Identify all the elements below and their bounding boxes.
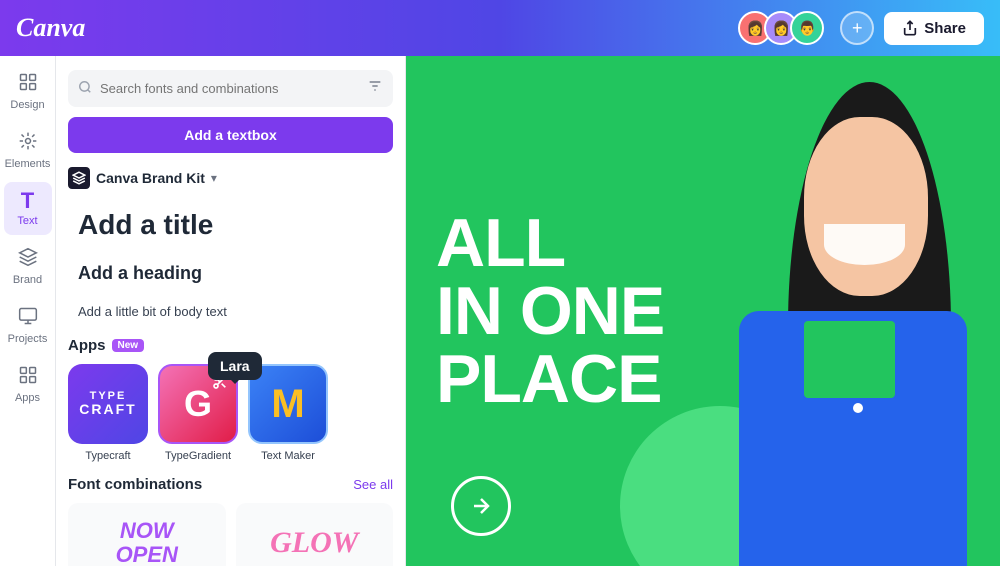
filter-icon[interactable] (367, 78, 383, 99)
font-combos-grid: NOWOPEN GLOW (68, 503, 393, 566)
sidebar: Design Elements T Text Brand Projects (0, 56, 56, 566)
canvas-area[interactable]: ALL IN ONE PLACE (406, 56, 1000, 566)
font-combo-now-open[interactable]: NOWOPEN (68, 503, 226, 566)
hero-line-3: PLACE (436, 345, 664, 413)
see-all-link[interactable]: See all (353, 477, 393, 492)
sidebar-item-brand[interactable]: Brand (4, 239, 52, 294)
add-body-button[interactable]: Add a little bit of body text (68, 298, 393, 325)
brand-icon (18, 247, 38, 271)
typecraft-icon: TYPE CRAFT (68, 364, 148, 444)
sidebar-item-text[interactable]: T Text (4, 182, 52, 235)
font-combo-glow[interactable]: GLOW (236, 503, 394, 566)
apps-section-title: Apps (68, 337, 106, 354)
projects-icon (18, 306, 38, 330)
canva-logo: Canva (16, 13, 85, 43)
sidebar-item-design[interactable]: Design (4, 64, 52, 119)
brand-kit-row[interactable]: Canva Brand Kit ▾ (68, 167, 393, 189)
typecraft-label: Typecraft (85, 450, 130, 462)
avatar-group: 👩 👩 👨 (738, 11, 824, 45)
app-header: Canva 👩 👩 👨 + Share (0, 0, 1000, 56)
elements-icon (18, 131, 38, 155)
add-textbox-button[interactable]: Add a textbox (68, 117, 393, 153)
font-combinations-title-row: Font combinations (68, 476, 202, 493)
apps-title-row: Apps New (68, 337, 144, 354)
hero-line-1: ALL (436, 209, 664, 277)
typegradient-label: TypeGradient (165, 450, 231, 462)
sidebar-item-apps[interactable]: Apps (4, 357, 52, 412)
add-title-button[interactable]: Add a title (68, 201, 393, 249)
search-bar[interactable] (68, 70, 393, 107)
lara-tooltip: Lara (208, 352, 262, 380)
brand-kit-label: Canva Brand Kit (96, 170, 205, 186)
hero-line-2: IN ONE (436, 277, 664, 345)
sidebar-item-projects-label: Projects (8, 333, 48, 345)
header-right: 👩 👩 👨 + Share (738, 11, 984, 45)
brand-kit-icon (68, 167, 90, 189)
text-panel: Add a textbox Canva Brand Kit ▾ Add a ti… (56, 56, 406, 566)
add-collaborator-button[interactable]: + (840, 11, 874, 45)
apps-grid: Lara TYPE CRAFT Typecraft G TypeGradient (68, 364, 393, 462)
search-input[interactable] (100, 81, 359, 96)
sidebar-item-text-label: Text (17, 215, 37, 227)
sidebar-item-brand-label: Brand (13, 274, 42, 286)
sidebar-item-projects[interactable]: Projects (4, 298, 52, 353)
search-icon (78, 80, 92, 97)
arrow-circle-button[interactable] (451, 476, 511, 536)
chevron-down-icon: ▾ (211, 171, 217, 185)
arrow-right-icon (469, 494, 493, 518)
add-heading-button[interactable]: Add a heading (68, 255, 393, 292)
share-icon (902, 20, 918, 36)
sidebar-item-apps-label: Apps (15, 392, 40, 404)
design-icon (18, 72, 38, 96)
app-textmaker[interactable]: M Text Maker (248, 364, 328, 462)
share-button[interactable]: Share (884, 12, 984, 45)
new-badge: New (112, 339, 145, 352)
avatar-3: 👨 (790, 11, 824, 45)
text-icon: T (21, 190, 34, 212)
sidebar-item-elements[interactable]: Elements (4, 123, 52, 178)
canvas-content: ALL IN ONE PLACE (406, 56, 1000, 566)
app-typecraft[interactable]: TYPE CRAFT Typecraft (68, 364, 148, 462)
font-combinations-title: Font combinations (68, 476, 202, 493)
sidebar-item-elements-label: Elements (5, 158, 51, 170)
apps-icon (18, 365, 38, 389)
main-layout: Design Elements T Text Brand Projects (0, 56, 1000, 566)
font-combinations-header: Font combinations See all (68, 476, 393, 493)
sidebar-item-design-label: Design (10, 99, 44, 111)
hero-text: ALL IN ONE PLACE (436, 209, 664, 413)
textmaker-label: Text Maker (261, 450, 315, 462)
